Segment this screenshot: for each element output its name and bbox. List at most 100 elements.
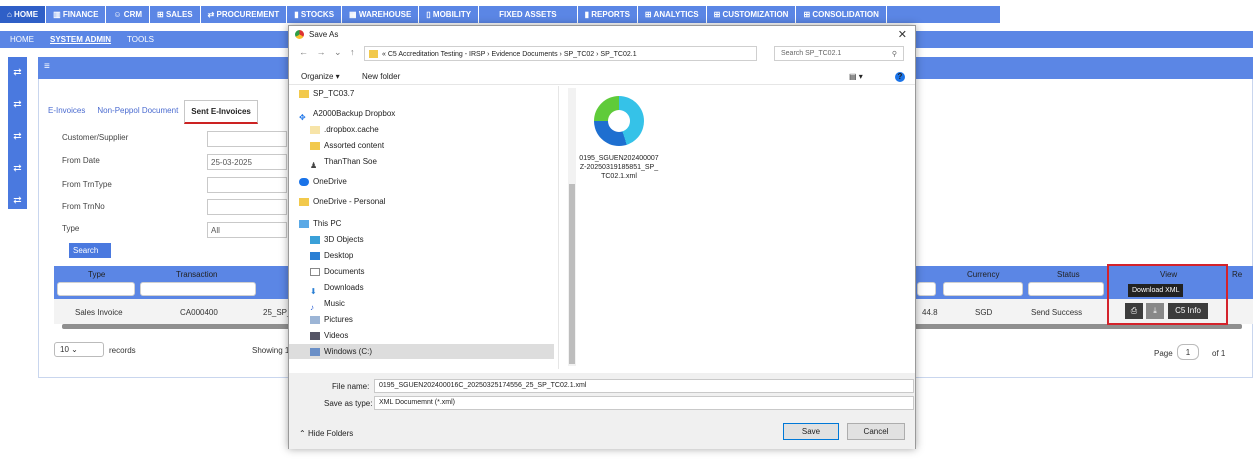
swap-icon[interactable]: ⇄	[8, 121, 27, 153]
page-input[interactable]: 1	[1177, 344, 1199, 360]
swap-icon[interactable]: ⇄	[8, 153, 27, 185]
hide-folders-button[interactable]: ⌃ Hide Folders	[299, 429, 353, 438]
filter-amount[interactable]	[917, 282, 936, 296]
download-icon[interactable]: ⤓	[1146, 303, 1164, 319]
tree-item-label: SP_TC03.7	[313, 89, 355, 98]
tab-warehouse[interactable]: ▦ WAREHOUSE	[342, 6, 420, 23]
tree-item[interactable]: Assorted content	[310, 138, 384, 153]
address-bar[interactable]: « C5 Accreditation Testing - IRSP › Evid…	[364, 46, 757, 61]
search-icon: ⚲	[891, 51, 897, 58]
scroll-thumb[interactable]	[569, 184, 575, 364]
customer-label: Customer/Supplier	[62, 133, 129, 142]
tab-consolidation[interactable]: ⊞ CONSOLIDATION	[796, 6, 887, 23]
close-icon[interactable]: ✕	[898, 28, 907, 41]
help-icon[interactable]: ?	[895, 72, 905, 82]
new-folder-button[interactable]: New folder	[362, 72, 400, 81]
records-label: records	[109, 346, 136, 355]
page-of-label: of 1	[1212, 349, 1226, 358]
type-select[interactable]: All	[207, 222, 287, 238]
tree-item[interactable]: OneDrive - Personal	[299, 194, 385, 209]
tab-customization[interactable]: ⊞ CUSTOMIZATION	[707, 6, 797, 23]
tab-e-invoices[interactable]: E-Invoices	[42, 100, 91, 124]
tree-item[interactable]: ♪ Music	[310, 296, 345, 312]
print-icon[interactable]: ⎙	[1125, 303, 1143, 319]
col-type[interactable]: Type	[88, 270, 105, 279]
tree-item[interactable]: ✥ A2000Backup Dropbox	[299, 106, 395, 122]
search-placeholder: Search SP_TC02.1	[781, 50, 842, 57]
col-status[interactable]: Status	[1057, 270, 1080, 279]
filter-status[interactable]	[1028, 282, 1104, 296]
tree-item[interactable]: SP_TC03.7	[299, 86, 354, 101]
row-amount: 44.8	[922, 308, 938, 317]
row-transaction: CA000400	[180, 308, 218, 317]
records-select[interactable]: 10 ⌄	[54, 342, 104, 357]
tree-item[interactable]: Videos	[310, 328, 348, 343]
page-label: Page	[1154, 349, 1173, 358]
tab-non-peppol[interactable]: Non-Peppol Document	[91, 100, 184, 124]
cancel-button[interactable]: Cancel	[847, 423, 905, 440]
tree-item[interactable]: 3D Objects	[310, 232, 364, 247]
drive-icon	[310, 347, 320, 356]
tree-item-selected[interactable]: Windows (C:)	[289, 344, 554, 359]
tab-sent-e-invoices[interactable]: Sent E-Invoices	[184, 100, 258, 124]
swap-icon[interactable]: ⇄	[8, 57, 27, 89]
organize-button[interactable]: Organize ▾	[301, 72, 340, 81]
records-value: 10	[60, 345, 69, 354]
col-transaction[interactable]: Transaction	[176, 270, 218, 279]
tree-item-label: Windows (C:)	[324, 347, 373, 356]
col-re[interactable]: Re	[1232, 270, 1242, 279]
customer-field[interactable]	[207, 131, 287, 147]
subnav-home[interactable]: HOME	[10, 35, 34, 44]
c5-info-button[interactable]: C5 Info	[1168, 303, 1208, 319]
tree-item[interactable]: This PC	[299, 216, 341, 231]
tab-procurement[interactable]: ⇄ PROCUREMENT	[201, 6, 288, 23]
tab-analytics[interactable]: ⊞ ANALYTICS	[638, 6, 707, 23]
file-item[interactable]: 0195_SGUEN202400007Z-20250319185851_SP_T…	[579, 96, 659, 181]
tree-item-label: This PC	[313, 219, 342, 228]
tree-item[interactable]: Pictures	[310, 312, 353, 327]
tree-item[interactable]: ⬇ Downloads	[310, 280, 364, 296]
save-type-select[interactable]: XML Documemnt (*.xml)	[374, 396, 914, 410]
tree-item[interactable]: Desktop	[310, 248, 353, 263]
from-trnno-label: From TrnNo	[62, 202, 105, 211]
tab-finance[interactable]: ▥ FINANCE	[46, 6, 107, 23]
filter-transaction[interactable]	[140, 282, 256, 296]
hide-folders-label: Hide Folders	[307, 429, 354, 438]
subnav-system-admin[interactable]: SYSTEM ADMIN	[50, 35, 111, 44]
tab-stocks[interactable]: ▮ STOCKS	[287, 6, 343, 23]
from-trnno-field[interactable]	[207, 199, 287, 215]
swap-icon[interactable]: ⇄	[8, 89, 27, 121]
tree-item-label: Documents	[324, 267, 365, 276]
tab-mobility[interactable]: ▯ MOBILITY	[419, 6, 480, 23]
file-name-field[interactable]: 0195_SGUEN202400016C_20250325174556_25_S…	[374, 379, 914, 393]
save-button[interactable]: Save	[783, 423, 839, 440]
swap-icon[interactable]: ⇄	[8, 185, 27, 217]
tree-item[interactable]: .dropbox.cache	[310, 122, 379, 137]
tab-crm[interactable]: ☺ CRM	[106, 6, 151, 23]
filter-type[interactable]	[57, 282, 135, 296]
pictures-icon	[310, 315, 320, 324]
subnav-tools[interactable]: TOOLS	[127, 35, 154, 44]
folder-tree: SP_TC03.7 ✥ A2000Backup Dropbox .dropbox.…	[289, 86, 559, 369]
menu-icon[interactable]: ≡	[44, 61, 50, 72]
tree-item[interactable]: Documents	[310, 264, 364, 279]
nav-arrows-icon[interactable]: ← → ⌄ ↑	[299, 47, 358, 58]
view-options-icon[interactable]: ▤ ▾	[849, 72, 863, 81]
col-currency[interactable]: Currency	[967, 270, 999, 279]
tree-item-label: Videos	[324, 331, 349, 340]
from-trntype-field[interactable]	[207, 177, 287, 193]
from-date-field[interactable]: 25-03-2025	[207, 154, 287, 170]
tree-scrollbar[interactable]	[568, 88, 576, 366]
tree-item[interactable]: OneDrive	[299, 174, 347, 189]
tree-item-label: 3D Objects	[324, 235, 364, 244]
search-input[interactable]: Search SP_TC02.1 ⚲	[774, 46, 904, 61]
search-button[interactable]: Search	[69, 243, 111, 258]
tab-reports[interactable]: ▮ REPORTS	[578, 6, 638, 23]
filter-currency[interactable]	[943, 282, 1023, 296]
from-trntype-label: From TrnType	[62, 180, 112, 189]
tab-home[interactable]: ⌂ HOME	[0, 6, 47, 23]
tab-sales[interactable]: ⊞ SALES	[150, 6, 201, 23]
tab-fixed-assets[interactable]: FIXED ASSETS	[479, 6, 578, 23]
folder-icon	[299, 197, 309, 206]
tree-item[interactable]: ♟ ThanThan Soe	[310, 154, 377, 170]
